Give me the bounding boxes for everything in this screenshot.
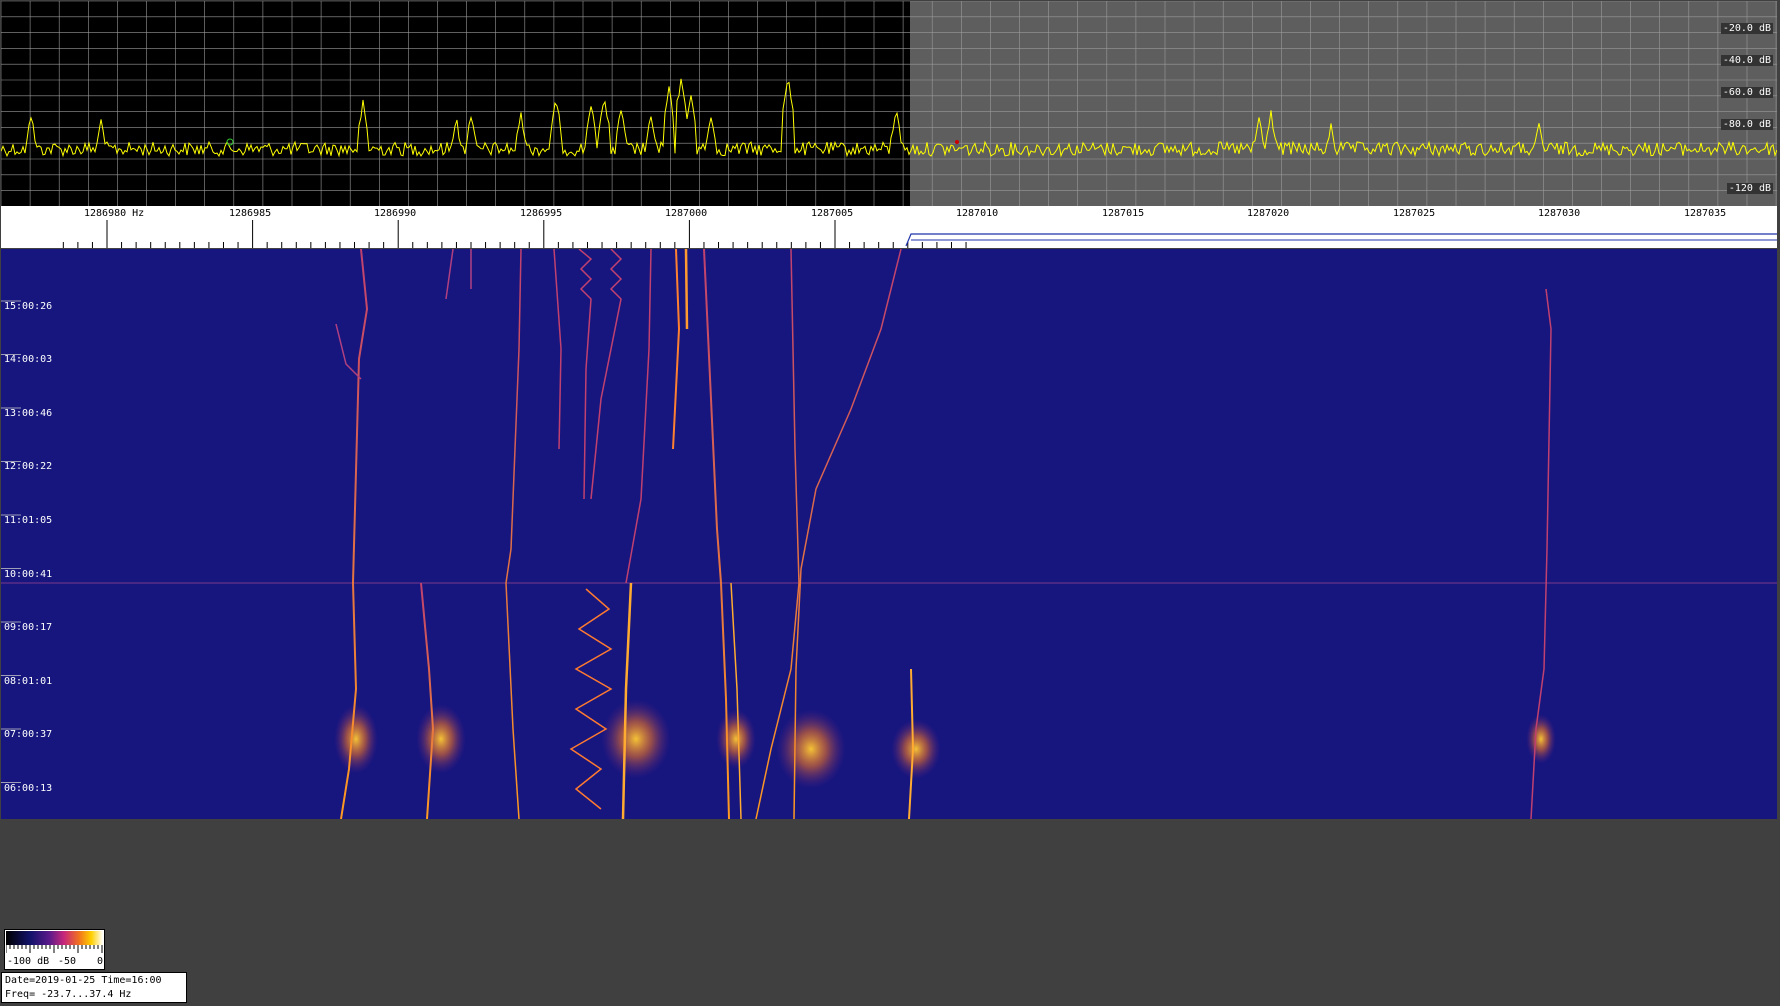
waterfall-graph [1,248,1777,820]
info-freq-line: Freq= -23.7...37.4 Hz [5,989,132,1000]
color-palette-ticks [6,945,103,953]
freq-label: 1287005 [811,208,854,219]
freq-label: 1287010 [956,208,999,219]
info-date-line: Date=2019-01-25 Time=16:00 [5,975,162,986]
waterfall-background [1,249,1777,819]
time-label: 15:00:26 [4,301,53,312]
db-label-minus20: -20.0 dB [1720,23,1773,34]
signal-glow [601,699,671,779]
freq-label: 1287030 [1538,208,1581,219]
colorbar-label-min: -100 dB [7,956,50,967]
color-palette-gradient [6,931,103,945]
signal-glow [776,709,846,789]
db-label-minus120: -120 dB [1726,183,1773,194]
freq-label: 1287035 [1684,208,1727,219]
signal-glow [1526,714,1556,764]
marker-red-icon[interactable] [955,140,959,144]
freq-label: 1287015 [1102,208,1145,219]
spectrum-lab-window: -20.0 dB -40.0 dB -60.0 dB -80.0 dB -120… [0,0,1780,1006]
color-palette-legend[interactable]: -100 dB -50 0 [4,929,105,970]
signal-glow [416,704,466,774]
frequency-ruler[interactable]: 1286980 Hz 1286985 1286990 1286995 12870… [1,206,1777,248]
time-label: 12:00:22 [4,461,53,472]
time-label: 13:00:46 [4,408,53,419]
signal-trace [684,248,689,330]
colorbar-label-max: 0 [97,956,104,967]
time-label: 07:00:37 [4,729,53,740]
spectrum-graph [0,0,1778,206]
spectrum-plot[interactable]: -20.0 dB -40.0 dB -60.0 dB -80.0 dB -120… [0,0,1778,206]
db-label-minus80: -80.0 dB [1720,119,1773,130]
colorbar-label-mid: -50 [58,956,77,967]
spectrum-dark-region [1,1,910,206]
spectrum-gray-region [910,1,1777,206]
time-label: 10:00:41 [4,569,53,580]
time-label: 08:01:01 [4,676,53,687]
freq-label: 1287000 [665,208,708,219]
freq-label: 1287025 [1393,208,1436,219]
freq-label: 1286995 [520,208,563,219]
db-label-minus40: -40.0 dB [1720,55,1773,66]
freq-label: 1287020 [1247,208,1290,219]
time-label: 14:00:03 [4,354,53,365]
waterfall-display[interactable]: 15:00:26 14:00:03 13:00:46 12:00:22 11:0… [1,248,1777,820]
freq-label: 1286985 [229,208,272,219]
signal-glow [334,704,378,774]
empty-display-area [0,820,1780,1006]
time-label: 09:00:17 [4,622,53,633]
db-label-minus60: -60.0 dB [1720,87,1773,98]
signal-glow [891,719,941,779]
info-panel: Date=2019-01-25 Time=16:00 Freq= -23.7..… [1,972,187,1003]
time-label: 11:01:05 [4,515,53,526]
freq-label: 1286980 Hz [84,208,145,219]
signal-glow [716,709,756,769]
freq-label: 1286990 [374,208,417,219]
time-label: 06:00:13 [4,783,53,794]
